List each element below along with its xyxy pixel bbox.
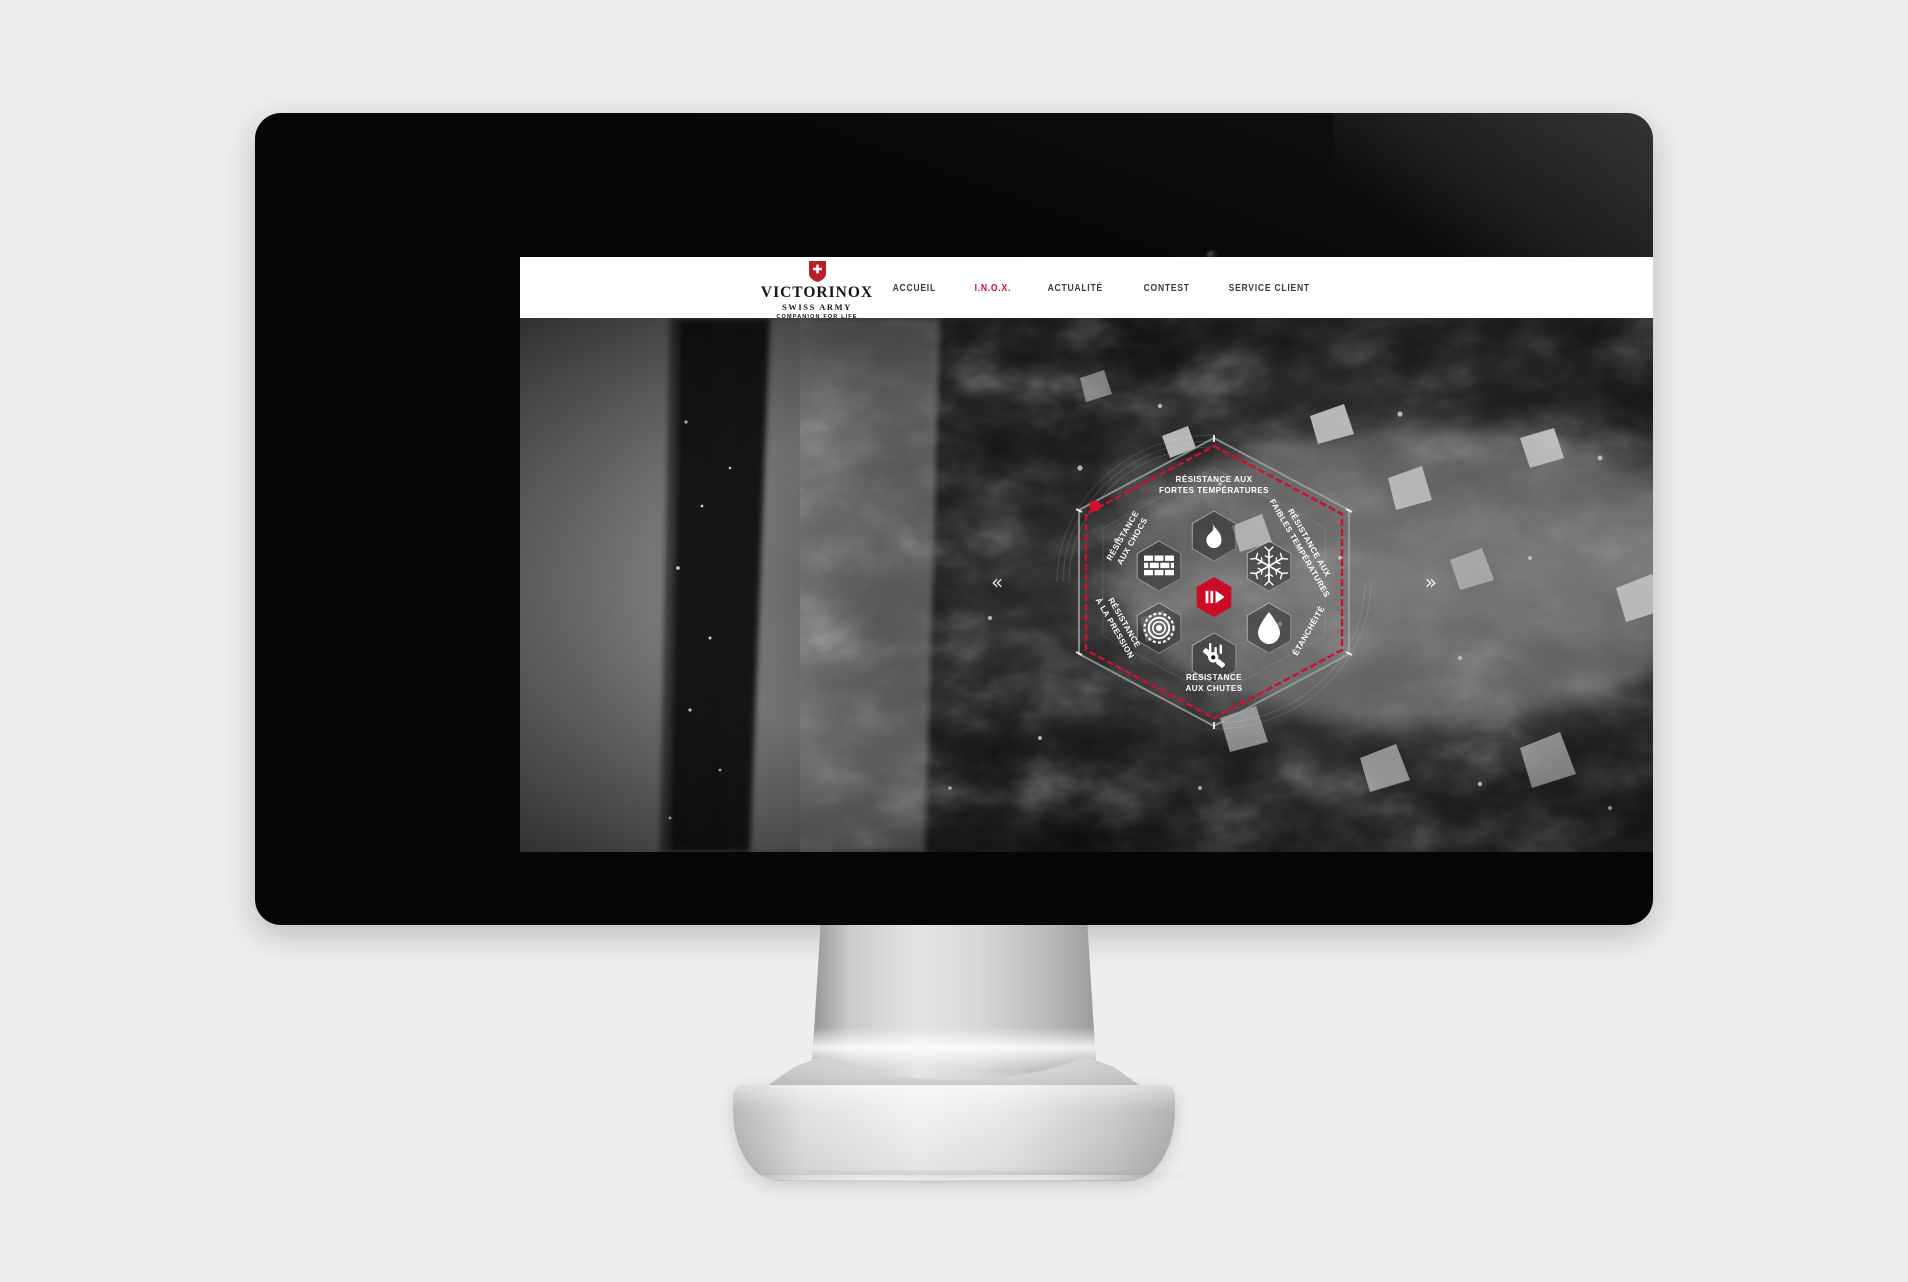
wheel-segment-fortes-temperatures [1191, 510, 1237, 562]
main-navigation: ACCUEIL I.N.O.X. ACTUALITÉ CONTEST SERVI… [880, 283, 1343, 294]
nav-item-accueil[interactable]: ACCUEIL [880, 283, 949, 294]
brand-subtitle: SWISS ARMY [781, 301, 853, 312]
label-aux-chutes-line1: RÉSISTANCE [1186, 673, 1242, 682]
wheel-segment-faibles-temperatures [1246, 540, 1292, 592]
brand-name: VICTORINOX [760, 284, 874, 301]
chevron-double-right-icon[interactable]: » [1425, 572, 1437, 592]
wheel-play-pause-button [1196, 577, 1232, 617]
monitor-shadow [700, 1168, 1210, 1184]
site-header: VICTORINOX SWISS ARMY COMPANION FOR LIFE… [520, 257, 1653, 321]
nav-item-service-client[interactable]: SERVICE CLIENT [1216, 283, 1322, 294]
wheel-progress-marker [1089, 500, 1101, 512]
nav-item-actualite[interactable]: ACTUALITÉ [1035, 283, 1115, 294]
monitor-stand-foot [733, 1085, 1175, 1181]
wheel-segment-etancheite [1246, 602, 1292, 654]
chevron-double-left-icon[interactable]: « [991, 572, 1003, 592]
label-etancheite: ÉTANCHÉITÉ [1291, 604, 1327, 657]
nav-item-contest[interactable]: CONTEST [1131, 283, 1202, 294]
label-aux-chutes-line2: AUX CHUTES [1185, 684, 1242, 693]
wheel-segment-a-la-pression [1136, 602, 1182, 654]
brand-logo[interactable]: VICTORINOX SWISS ARMY COMPANION FOR LIFE [757, 261, 877, 321]
wheel-segment-aux-chocs [1136, 540, 1182, 592]
monitor-bezel: VICTORINOX SWISS ARMY COMPANION FOR LIFE… [255, 113, 1653, 925]
display-screen: VICTORINOX SWISS ARMY COMPANION FOR LIFE… [520, 257, 1653, 852]
label-fortes-temperatures-line2: FORTES TEMPÉRATURES [1159, 486, 1269, 495]
nav-item-inox[interactable]: I.N.O.X. [962, 283, 1024, 294]
feature-wheel[interactable]: RÉSISTANCE AUX FORTES TEMPÉRATURES RÉSIS… [991, 432, 1437, 732]
victorinox-shield-icon [808, 261, 826, 282]
screenshot-stage: VICTORINOX SWISS ARMY COMPANION FOR LIFE… [0, 0, 1908, 1282]
hero-section: RÉSISTANCE AUX FORTES TEMPÉRATURES RÉSIS… [520, 318, 1653, 852]
label-fortes-temperatures-line1: RÉSISTANCE AUX [1176, 475, 1253, 484]
